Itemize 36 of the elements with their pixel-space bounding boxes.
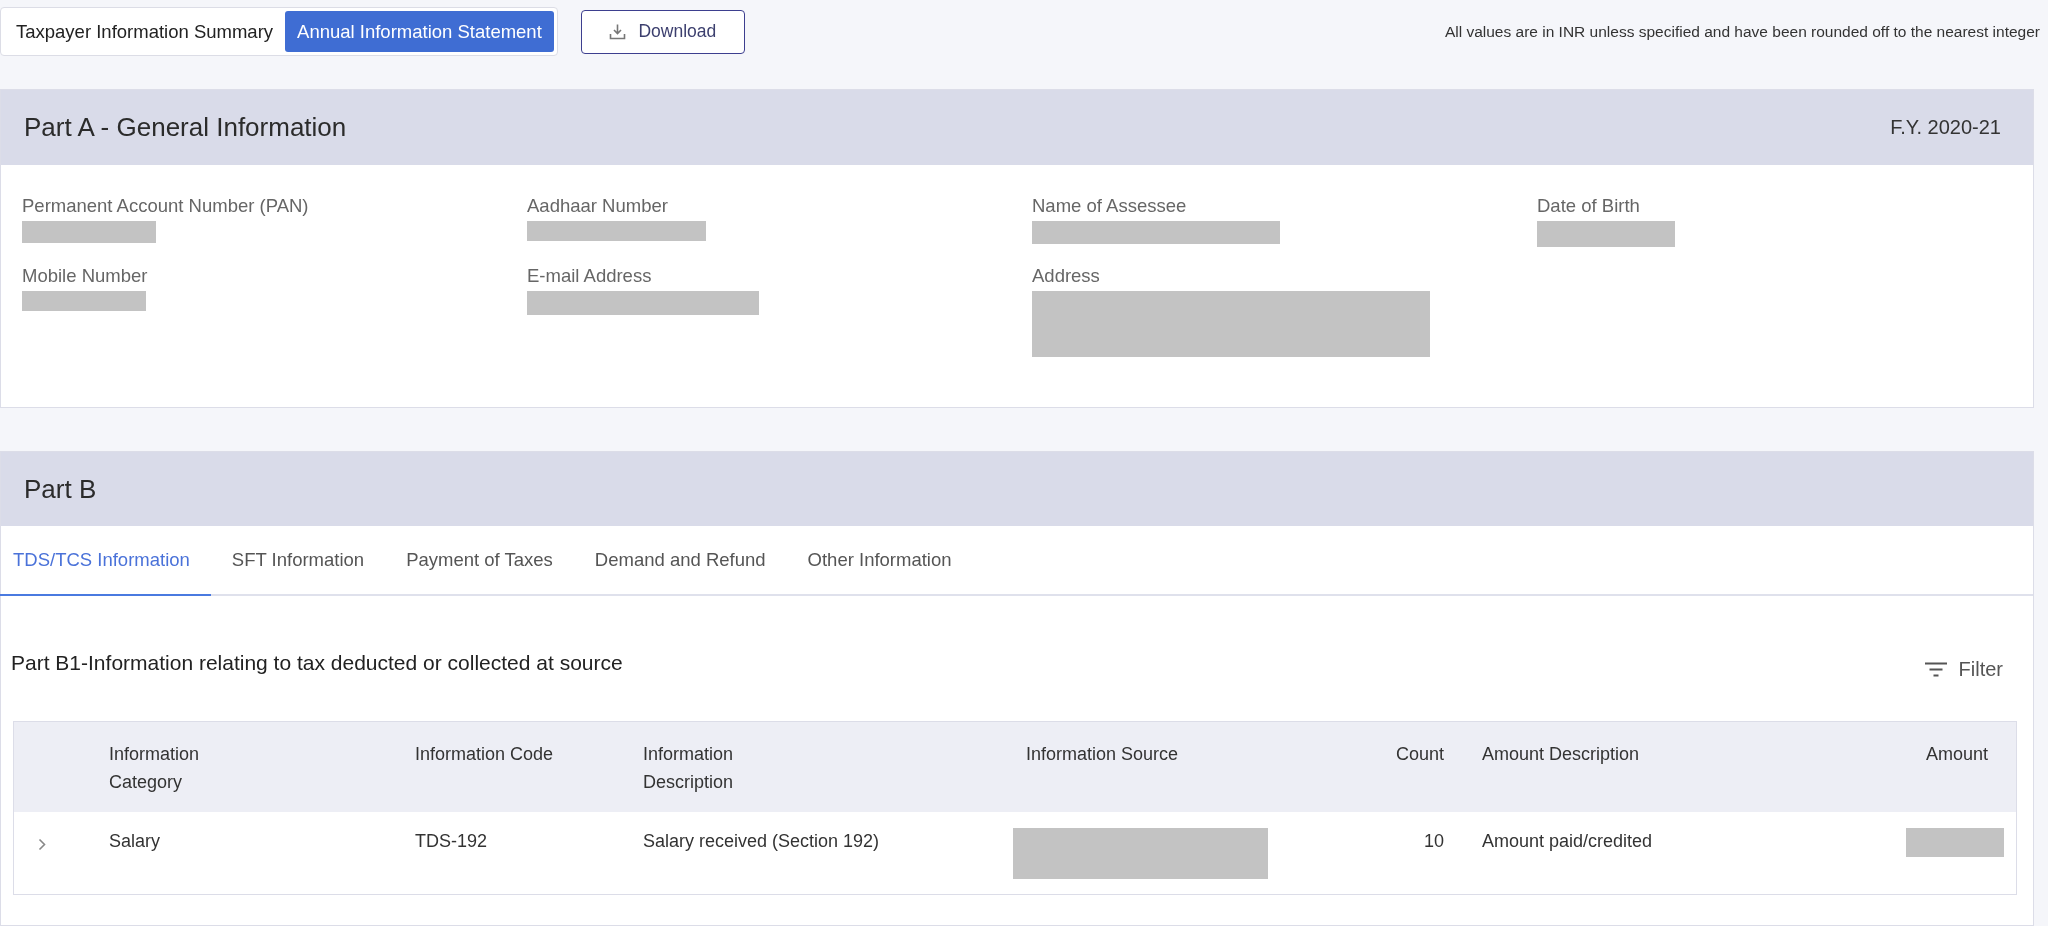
download-icon xyxy=(609,23,627,40)
table-cell: 10 xyxy=(1423,831,1444,851)
fiscal-year-text: F.Y. 2020-21 xyxy=(1890,116,2001,139)
column-header: Information Category xyxy=(109,743,201,794)
column-header: Count xyxy=(1395,744,1444,764)
filter-button[interactable]: Filter xyxy=(1924,657,2003,681)
field-label: Aadhaar Number xyxy=(527,195,668,217)
tab[interactable]: Payment of Taxes xyxy=(385,526,574,596)
field-label: E-mail Address xyxy=(527,265,652,287)
field-label: Name of Assessee xyxy=(1032,195,1187,217)
filter-icon xyxy=(1924,661,1947,677)
tab[interactable]: SFT Information xyxy=(210,526,386,596)
section-title: Part B1-Information relating to tax deducted or collected at source xyxy=(11,651,623,675)
field-label: Address xyxy=(1032,265,1100,287)
column-header: Amount Description xyxy=(1482,744,1640,764)
table-cell: TDS-192 xyxy=(415,831,488,851)
column-header: Information Source xyxy=(1026,744,1179,764)
card-title: Part A - General Information xyxy=(24,112,347,143)
column-header: Information Description xyxy=(643,743,735,794)
column-header: Amount xyxy=(1925,744,1988,764)
table-cell: Salary xyxy=(109,831,161,851)
field-label: Permanent Account Number (PAN) xyxy=(22,195,309,217)
table-cell: Amount paid/credited xyxy=(1482,831,1653,851)
column-header: Information Code xyxy=(415,744,554,764)
tab[interactable]: TDS/TCS Information xyxy=(0,526,211,596)
view-tab[interactable]: Taxpayer Information Summary xyxy=(4,11,286,52)
table-cell: Salary received (Section 192) xyxy=(643,831,880,851)
field-label: Date of Birth xyxy=(1537,195,1640,217)
download-button[interactable]: Download xyxy=(580,9,745,54)
tab[interactable]: Demand and Refund xyxy=(573,526,787,596)
note-text: All values are in INR unless specified and have been rounded off to the nearest integer xyxy=(1444,22,2040,41)
tab[interactable]: Other Information xyxy=(786,526,973,596)
view-tab[interactable]: Annual Information Statement xyxy=(285,11,554,52)
field-label: Mobile Number xyxy=(22,265,148,287)
card-title: Part B xyxy=(24,473,97,505)
chevron-icon[interactable] xyxy=(38,838,47,851)
